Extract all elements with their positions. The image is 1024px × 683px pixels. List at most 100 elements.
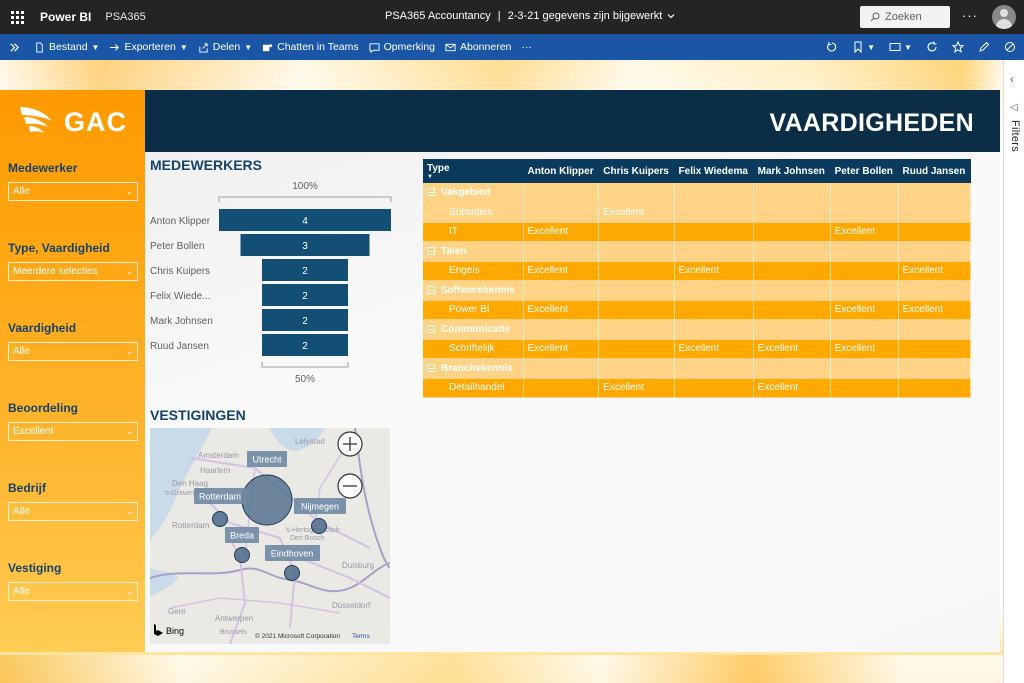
matrix-cell [674, 358, 754, 379]
map-bubble[interactable] [241, 474, 293, 526]
matrix-row-header[interactable]: Schriftelijk [423, 339, 524, 359]
collapse-toggle-icon[interactable] [427, 324, 435, 333]
matrix-cell [830, 241, 899, 262]
matrix-cell [598, 300, 675, 320]
bookmark-button[interactable]: ▼ [852, 41, 875, 53]
matrix-row-header[interactable]: IT [423, 222, 524, 242]
skills-matrix[interactable]: Type ▼ Anton Klipper Chris Kuipers Felix Wie… [423, 159, 972, 398]
vestigingen-map[interactable]: Lelystad Amsterdam Haarlem Den Haag 's-G… [150, 428, 390, 644]
matrix-row-header[interactable]: Engels [423, 261, 524, 281]
collapse-arrow-icon[interactable]: ‹ [1010, 72, 1014, 86]
matrix-row: IT Excellent Excellent [423, 222, 972, 242]
slicer-dropdown[interactable]: Alle ⌄ [8, 582, 138, 601]
matrix-cell [898, 280, 972, 301]
matrix-cell [753, 222, 831, 242]
filters-pane[interactable]: ‹ ◁ Filters [1003, 60, 1024, 683]
matrix-row-header[interactable]: Branchekennis [423, 358, 524, 379]
favorite-icon[interactable] [952, 41, 964, 53]
matrix-cell [523, 358, 600, 379]
map-bubble[interactable] [212, 511, 228, 527]
funnel-bottom-label: 50% [295, 374, 315, 385]
collapse-toggle-icon[interactable] [427, 246, 435, 255]
matrix-cell [830, 280, 899, 301]
matrix-row-header[interactable]: Detailhandel [423, 378, 524, 398]
reset-icon[interactable] [826, 41, 838, 53]
settings-icon[interactable] [1004, 41, 1016, 53]
collapse-toggle-icon[interactable] [427, 363, 435, 372]
matrix-header-type[interactable]: Type ▼ [423, 159, 524, 183]
report-title-dropdown[interactable]: PSA365 Accountancy | 2-3-21 gegevens zij… [385, 10, 676, 22]
matrix-header-employee[interactable]: Peter Bollen [830, 159, 899, 183]
app-name[interactable]: Power BI [40, 10, 91, 24]
matrix-cell [598, 358, 675, 379]
matrix-cell [674, 241, 754, 262]
more-options-icon[interactable]: ··· [962, 8, 978, 23]
slicer-dropdown[interactable]: Alle ⌄ [8, 342, 138, 361]
map-bubble[interactable] [234, 547, 250, 563]
search-placeholder: Zoeken [885, 11, 922, 23]
refresh-icon[interactable] [926, 41, 938, 53]
collapse-toggle-icon[interactable] [427, 285, 435, 294]
matrix-row-header[interactable]: Vakgebied [423, 183, 524, 203]
funnel-bar-value: 4 [302, 216, 308, 227]
view-icon [889, 43, 901, 51]
expand-nav-icon[interactable] [9, 42, 20, 53]
page-title: VAARDIGHEDEN [769, 109, 974, 137]
export-button[interactable]: Exporteren ▼ [109, 41, 188, 53]
matrix-header-employee[interactable]: Felix Wiedema [674, 159, 754, 183]
map-bubble[interactable] [311, 518, 327, 534]
matrix-row-header[interactable]: Communicatie [423, 319, 524, 340]
slicer-sidebar: GAC Medewerker Alle ⌄ Type, Vaardigheid M… [0, 90, 145, 652]
slicer-dropdown[interactable]: Alle ⌄ [8, 182, 138, 201]
teams-chat-button[interactable]: Chatten in Teams [262, 41, 359, 53]
matrix-cell [898, 183, 972, 203]
zoom-out-button[interactable] [337, 473, 363, 499]
city-label-utrecht: Utrecht [252, 455, 282, 465]
slicer-title: Vestiging [8, 561, 62, 575]
matrix-cell [598, 339, 675, 359]
map-bubble[interactable] [284, 565, 300, 581]
matrix-header-employee[interactable]: Ruud Jansen [898, 159, 972, 183]
matrix-row-header[interactable]: Talen [423, 241, 524, 262]
slicer-dropdown[interactable]: Alle ⌄ [8, 502, 138, 521]
matrix-cell: Excellent [523, 339, 600, 359]
edit-icon[interactable] [978, 41, 990, 53]
slicer-dropdown[interactable]: Meerdere selecties ⌄ [8, 262, 138, 281]
slicer-dropdown[interactable]: Excellent ⌄ [8, 422, 138, 441]
bookmark-icon [854, 41, 862, 53]
workspace-link[interactable]: PSA365 [105, 11, 145, 23]
map-terms-link[interactable]: Terms [352, 633, 370, 640]
funnel-category-label: Ruud Jansen [150, 341, 209, 352]
avatar[interactable] [992, 5, 1016, 29]
matrix-row-header[interactable]: Softwarekennis [423, 280, 524, 301]
matrix-row-header[interactable]: Power BI [423, 300, 524, 320]
matrix-cell [830, 319, 899, 340]
chevron-down-icon: ▼ [904, 42, 912, 52]
matrix-row-label: Vakgebied [441, 187, 491, 198]
matrix-cell: Excellent [898, 261, 972, 281]
chevron-down-icon: ⌄ [125, 266, 133, 276]
view-button[interactable]: ▼ [889, 41, 912, 53]
matrix-cell [674, 202, 754, 223]
matrix-cell: Excellent [674, 339, 754, 359]
matrix-row-header[interactable]: Subsidies [423, 202, 524, 223]
matrix-cell: Excellent [830, 300, 899, 320]
slicer-value: Alle [13, 586, 30, 597]
search-input[interactable]: Zoeken [860, 6, 950, 28]
matrix-category-row: Talen [423, 241, 972, 262]
comment-button[interactable]: Opmerking [369, 41, 435, 53]
matrix-header-employee[interactable]: Chris Kuipers [598, 159, 675, 183]
file-menu-button[interactable]: Bestand ▼ [34, 41, 99, 53]
app-launcher-icon[interactable] [2, 0, 32, 34]
map-place-label: Antwerpen [215, 614, 253, 623]
subscribe-button[interactable]: Abonneren [445, 41, 511, 53]
medewerkers-funnel-chart[interactable]: 100% 4 Anton Klipper 3 Peter Bollen 2 Chris Ku… [148, 178, 398, 388]
more-commands-icon[interactable]: ··· [521, 41, 532, 53]
matrix-header-employee[interactable]: Anton Klipper [523, 159, 600, 183]
zoom-in-button[interactable] [337, 431, 363, 457]
matrix-cell [598, 261, 675, 281]
file-menu-label: Bestand [49, 41, 88, 53]
matrix-header-employee[interactable]: Mark Johnsen [753, 159, 831, 183]
share-button[interactable]: Delen ▼ [198, 41, 252, 53]
collapse-toggle-icon[interactable] [427, 188, 435, 196]
